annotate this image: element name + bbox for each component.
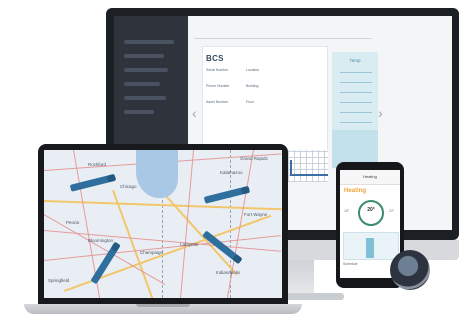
thermostat-knob[interactable] <box>390 250 430 290</box>
truck-icon[interactable] <box>203 187 245 204</box>
sidebar-menu-item[interactable] <box>124 110 154 114</box>
city-label: Rockford <box>88 162 107 167</box>
sidebar-menu-item[interactable] <box>124 96 166 100</box>
city-label: Chicago <box>120 184 137 189</box>
timeline-bar[interactable] <box>194 24 372 39</box>
city-label: Indianapolis <box>216 270 241 275</box>
temperature-row <box>340 122 372 123</box>
city-label: Grand Rapids <box>240 156 268 161</box>
temperature-row <box>340 102 372 103</box>
lake-michigan <box>136 150 178 198</box>
city-label: Fort Wayne <box>244 212 268 217</box>
next-arrow-icon[interactable]: › <box>378 106 383 120</box>
city-label: Lafayette <box>180 242 199 247</box>
field-label: Phone Number <box>206 84 230 88</box>
field-label: Floor <box>246 100 254 104</box>
temperature-row <box>340 92 372 93</box>
sidebar-menu-item[interactable] <box>124 40 174 44</box>
phone-usage-bar <box>366 238 374 258</box>
page-title: BCS <box>206 54 224 63</box>
city-label: Peoria <box>66 220 80 225</box>
temperature-row <box>340 112 372 113</box>
history-chart-line <box>290 160 328 176</box>
field-label: Building <box>246 84 259 88</box>
city-label: Kalamazoo <box>220 170 243 175</box>
sidebar-menu-item[interactable] <box>124 68 168 72</box>
setpoint-min-label: 18° <box>344 209 350 213</box>
setpoint-max-label: 22° <box>389 209 395 213</box>
sidebar-menu-item[interactable] <box>124 54 164 58</box>
sidebar-menu-item[interactable] <box>124 82 160 86</box>
temperature-row <box>340 72 372 73</box>
temperature-row <box>340 82 372 83</box>
setpoint-dial[interactable] <box>358 200 384 226</box>
phone-title: Heating <box>363 174 377 179</box>
city-label: Champaign <box>140 250 164 255</box>
temperature-panel-title: Temp <box>349 58 361 63</box>
laptop-notch <box>136 304 190 307</box>
heating-mode-label[interactable]: Heating <box>344 188 366 194</box>
city-label: Springfield <box>48 278 70 283</box>
field-label: Location <box>246 68 260 72</box>
field-label: Asset Number <box>206 100 229 104</box>
phone-footer-label[interactable]: Schedule <box>343 262 358 266</box>
city-label: Bloomington <box>88 238 114 243</box>
prev-arrow-icon[interactable]: ‹ <box>192 106 197 120</box>
truck-icon[interactable] <box>69 175 111 192</box>
field-label: Serial Number <box>206 68 229 72</box>
setpoint-value: 20° <box>367 207 375 213</box>
